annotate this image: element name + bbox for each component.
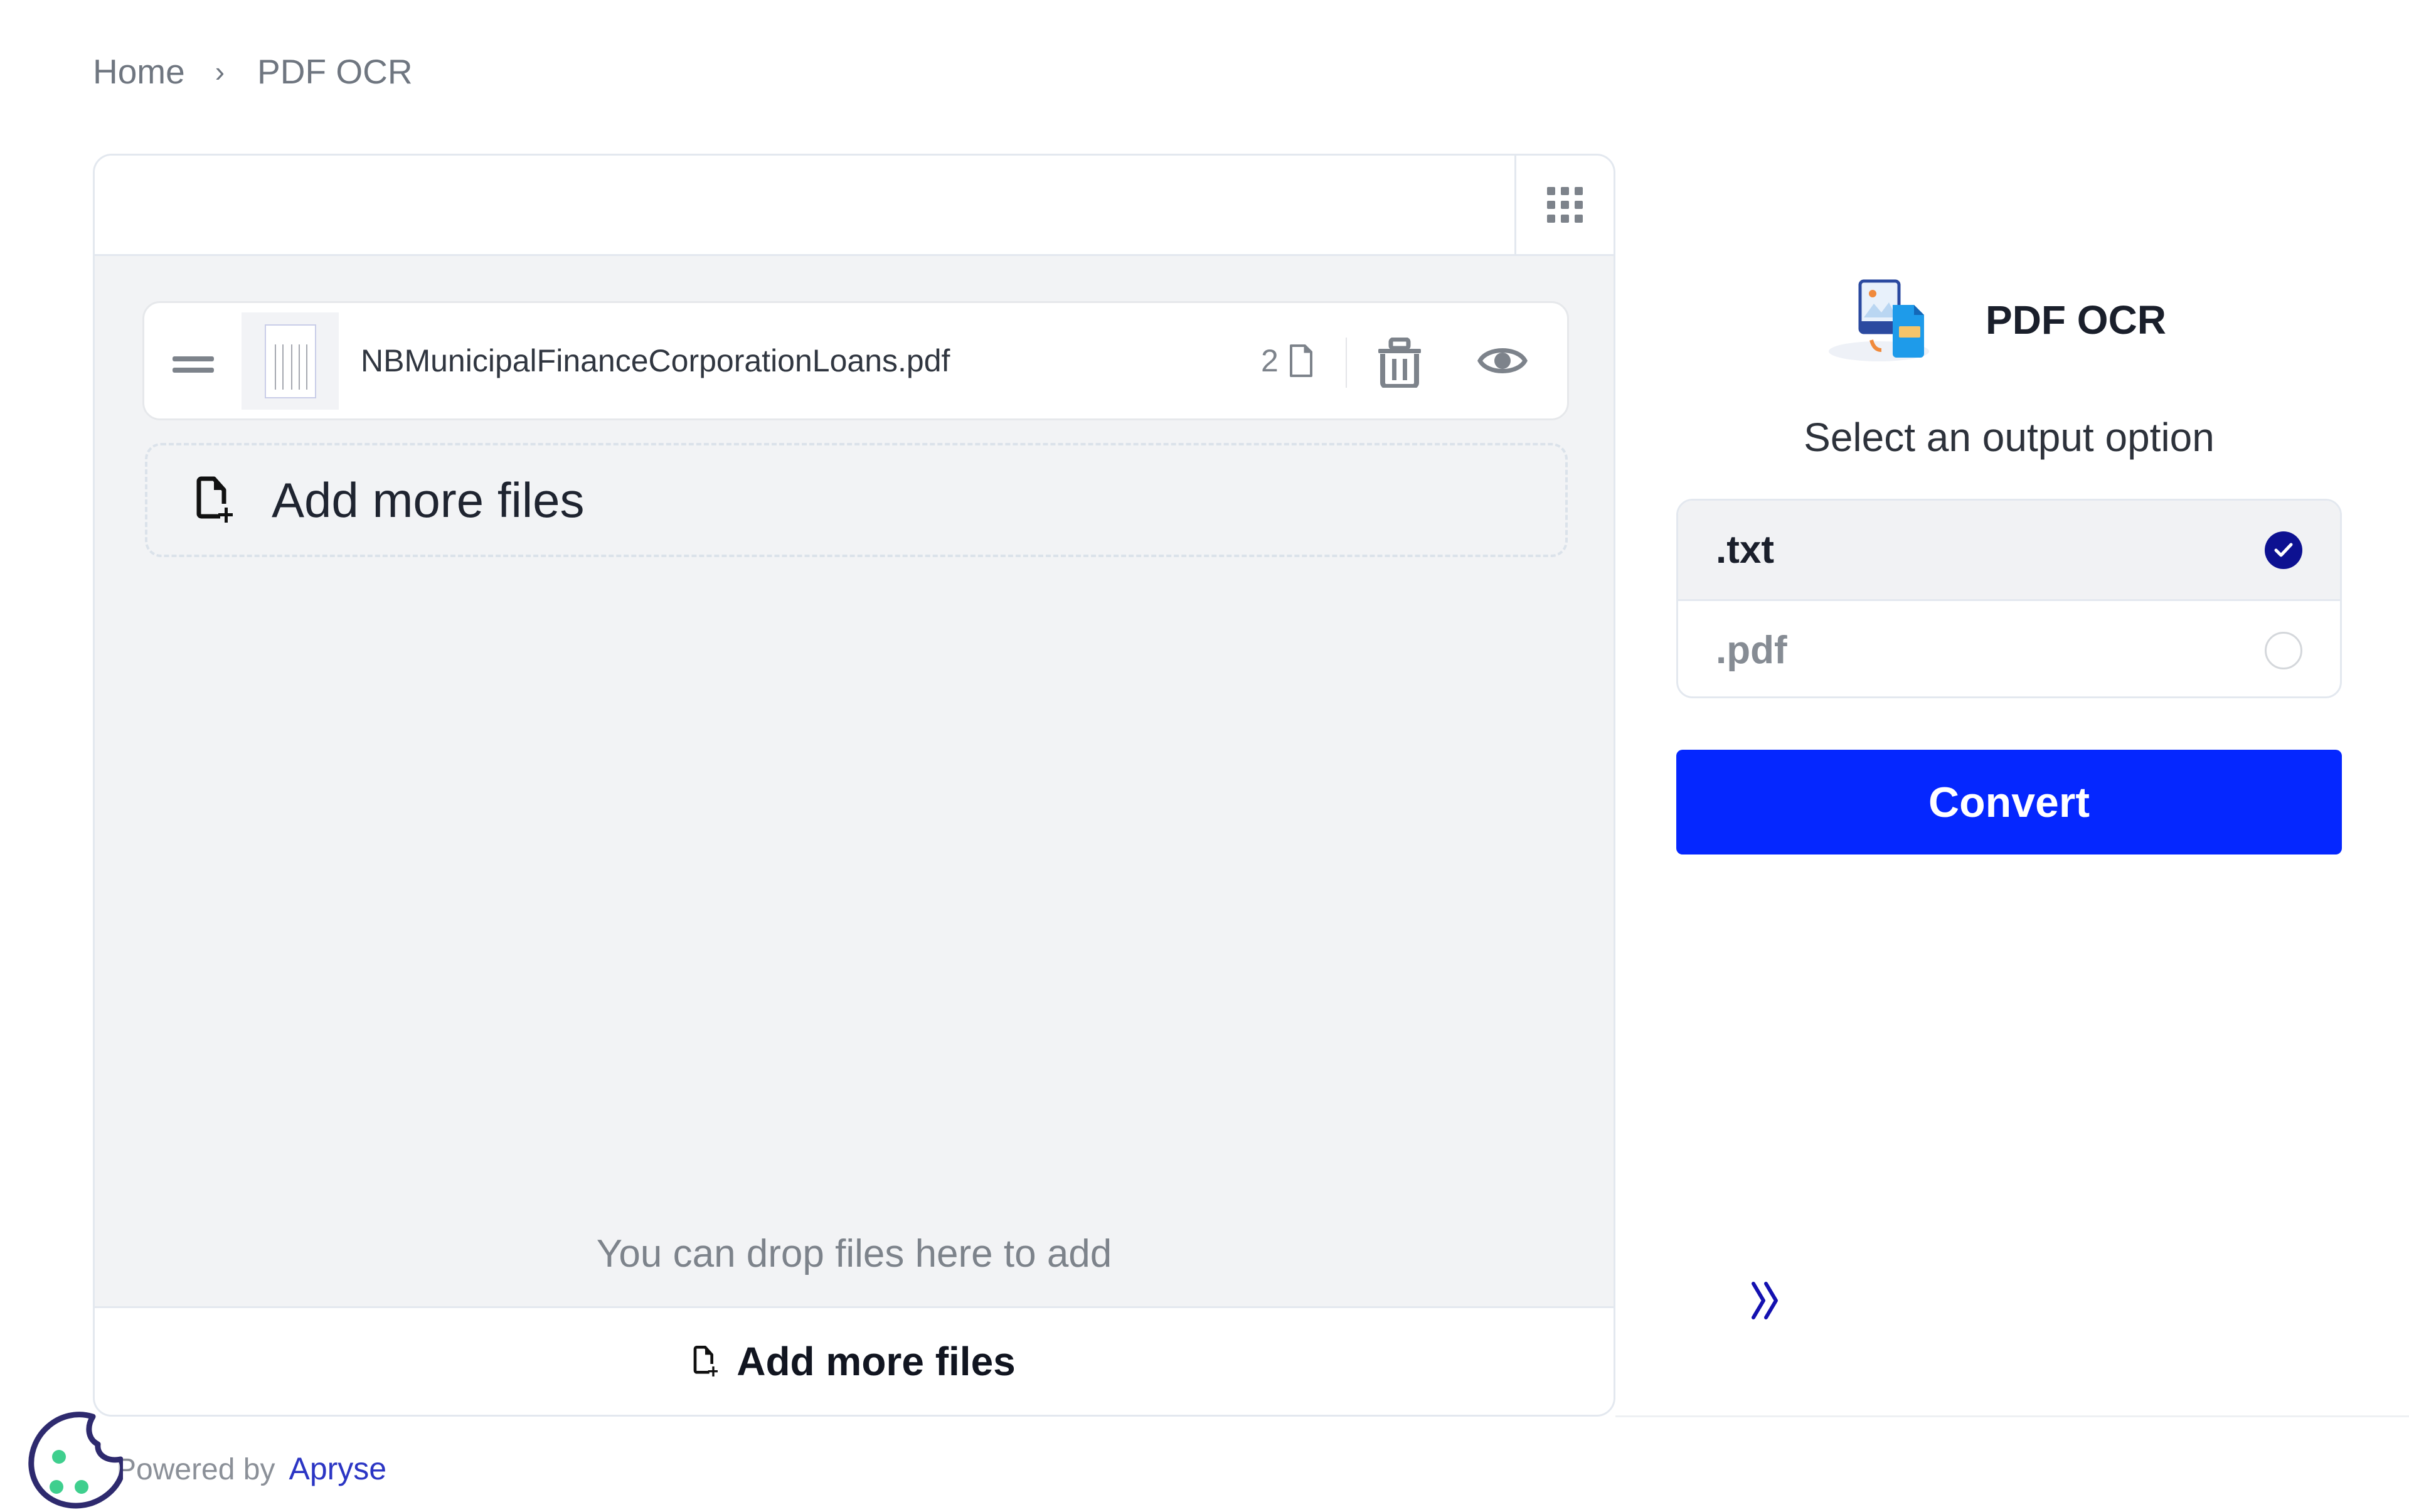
page-count: 2: [1261, 303, 1314, 418]
checkmark-icon: [2274, 543, 2293, 556]
add-more-files-label: Add more files: [272, 472, 585, 528]
grid-view-button[interactable]: [1514, 156, 1614, 254]
powered-by: Powered by Apryse: [116, 1451, 386, 1487]
output-option-label: .pdf: [1716, 629, 1787, 672]
page-icon: [1289, 344, 1312, 377]
add-file-icon: [693, 1345, 718, 1376]
radio-checked-icon[interactable]: [2265, 531, 2302, 569]
powered-by-label: Powered by: [116, 1453, 275, 1486]
grid-icon: [1547, 187, 1583, 223]
convert-button[interactable]: Convert: [1676, 750, 2342, 854]
output-option-txt[interactable]: .txt: [1678, 501, 2340, 601]
pdf-ocr-illustration-icon: [1829, 279, 1929, 361]
add-more-files-button[interactable]: Add more files: [95, 1306, 1614, 1415]
delete-file-button[interactable]: [1377, 338, 1422, 388]
tool-header: PDF OCR: [1829, 276, 2166, 364]
pdf-page-thumbnail-icon: [264, 324, 316, 398]
add-more-files-footer-label: Add more files: [737, 1339, 1016, 1384]
file-list-item: NBMunicipalFinanceCorporationLoans.pdf 2: [142, 301, 1569, 420]
page-count-value: 2: [1261, 343, 1279, 378]
breadcrumb: Home › PDF OCR: [93, 51, 413, 92]
apryse-link[interactable]: Apryse: [289, 1451, 386, 1487]
drag-handle-icon[interactable]: [173, 356, 214, 379]
output-option-prompt: Select an output option: [1804, 415, 2215, 460]
output-options: .txt .pdf: [1676, 499, 2342, 698]
add-more-files-dropzone[interactable]: Add more files: [145, 443, 1568, 557]
divider: [1346, 338, 1347, 388]
drop-hint: You can drop files here to add: [596, 1232, 1112, 1275]
preview-file-button[interactable]: [1477, 342, 1528, 380]
footer-divider: [1615, 1415, 2409, 1417]
cookie-settings-icon[interactable]: [23, 1409, 123, 1512]
file-name: NBMunicipalFinanceCorporationLoans.pdf: [361, 343, 950, 378]
output-option-pdf[interactable]: .pdf: [1678, 601, 2340, 696]
file-panel-toolbar: [95, 156, 1614, 256]
file-thumbnail: [242, 312, 339, 410]
file-panel: NBMunicipalFinanceCorporationLoans.pdf 2: [93, 154, 1615, 1417]
output-option-label: .txt: [1716, 528, 1774, 572]
add-file-icon: [196, 476, 233, 523]
double-chevron-right-icon[interactable]: [1747, 1280, 1785, 1321]
breadcrumb-separator: ›: [215, 55, 225, 88]
breadcrumb-current: PDF OCR: [257, 52, 413, 91]
radio-unchecked-icon[interactable]: [2265, 631, 2302, 669]
tool-title: PDF OCR: [1986, 297, 2166, 343]
breadcrumb-home[interactable]: Home: [93, 51, 185, 92]
